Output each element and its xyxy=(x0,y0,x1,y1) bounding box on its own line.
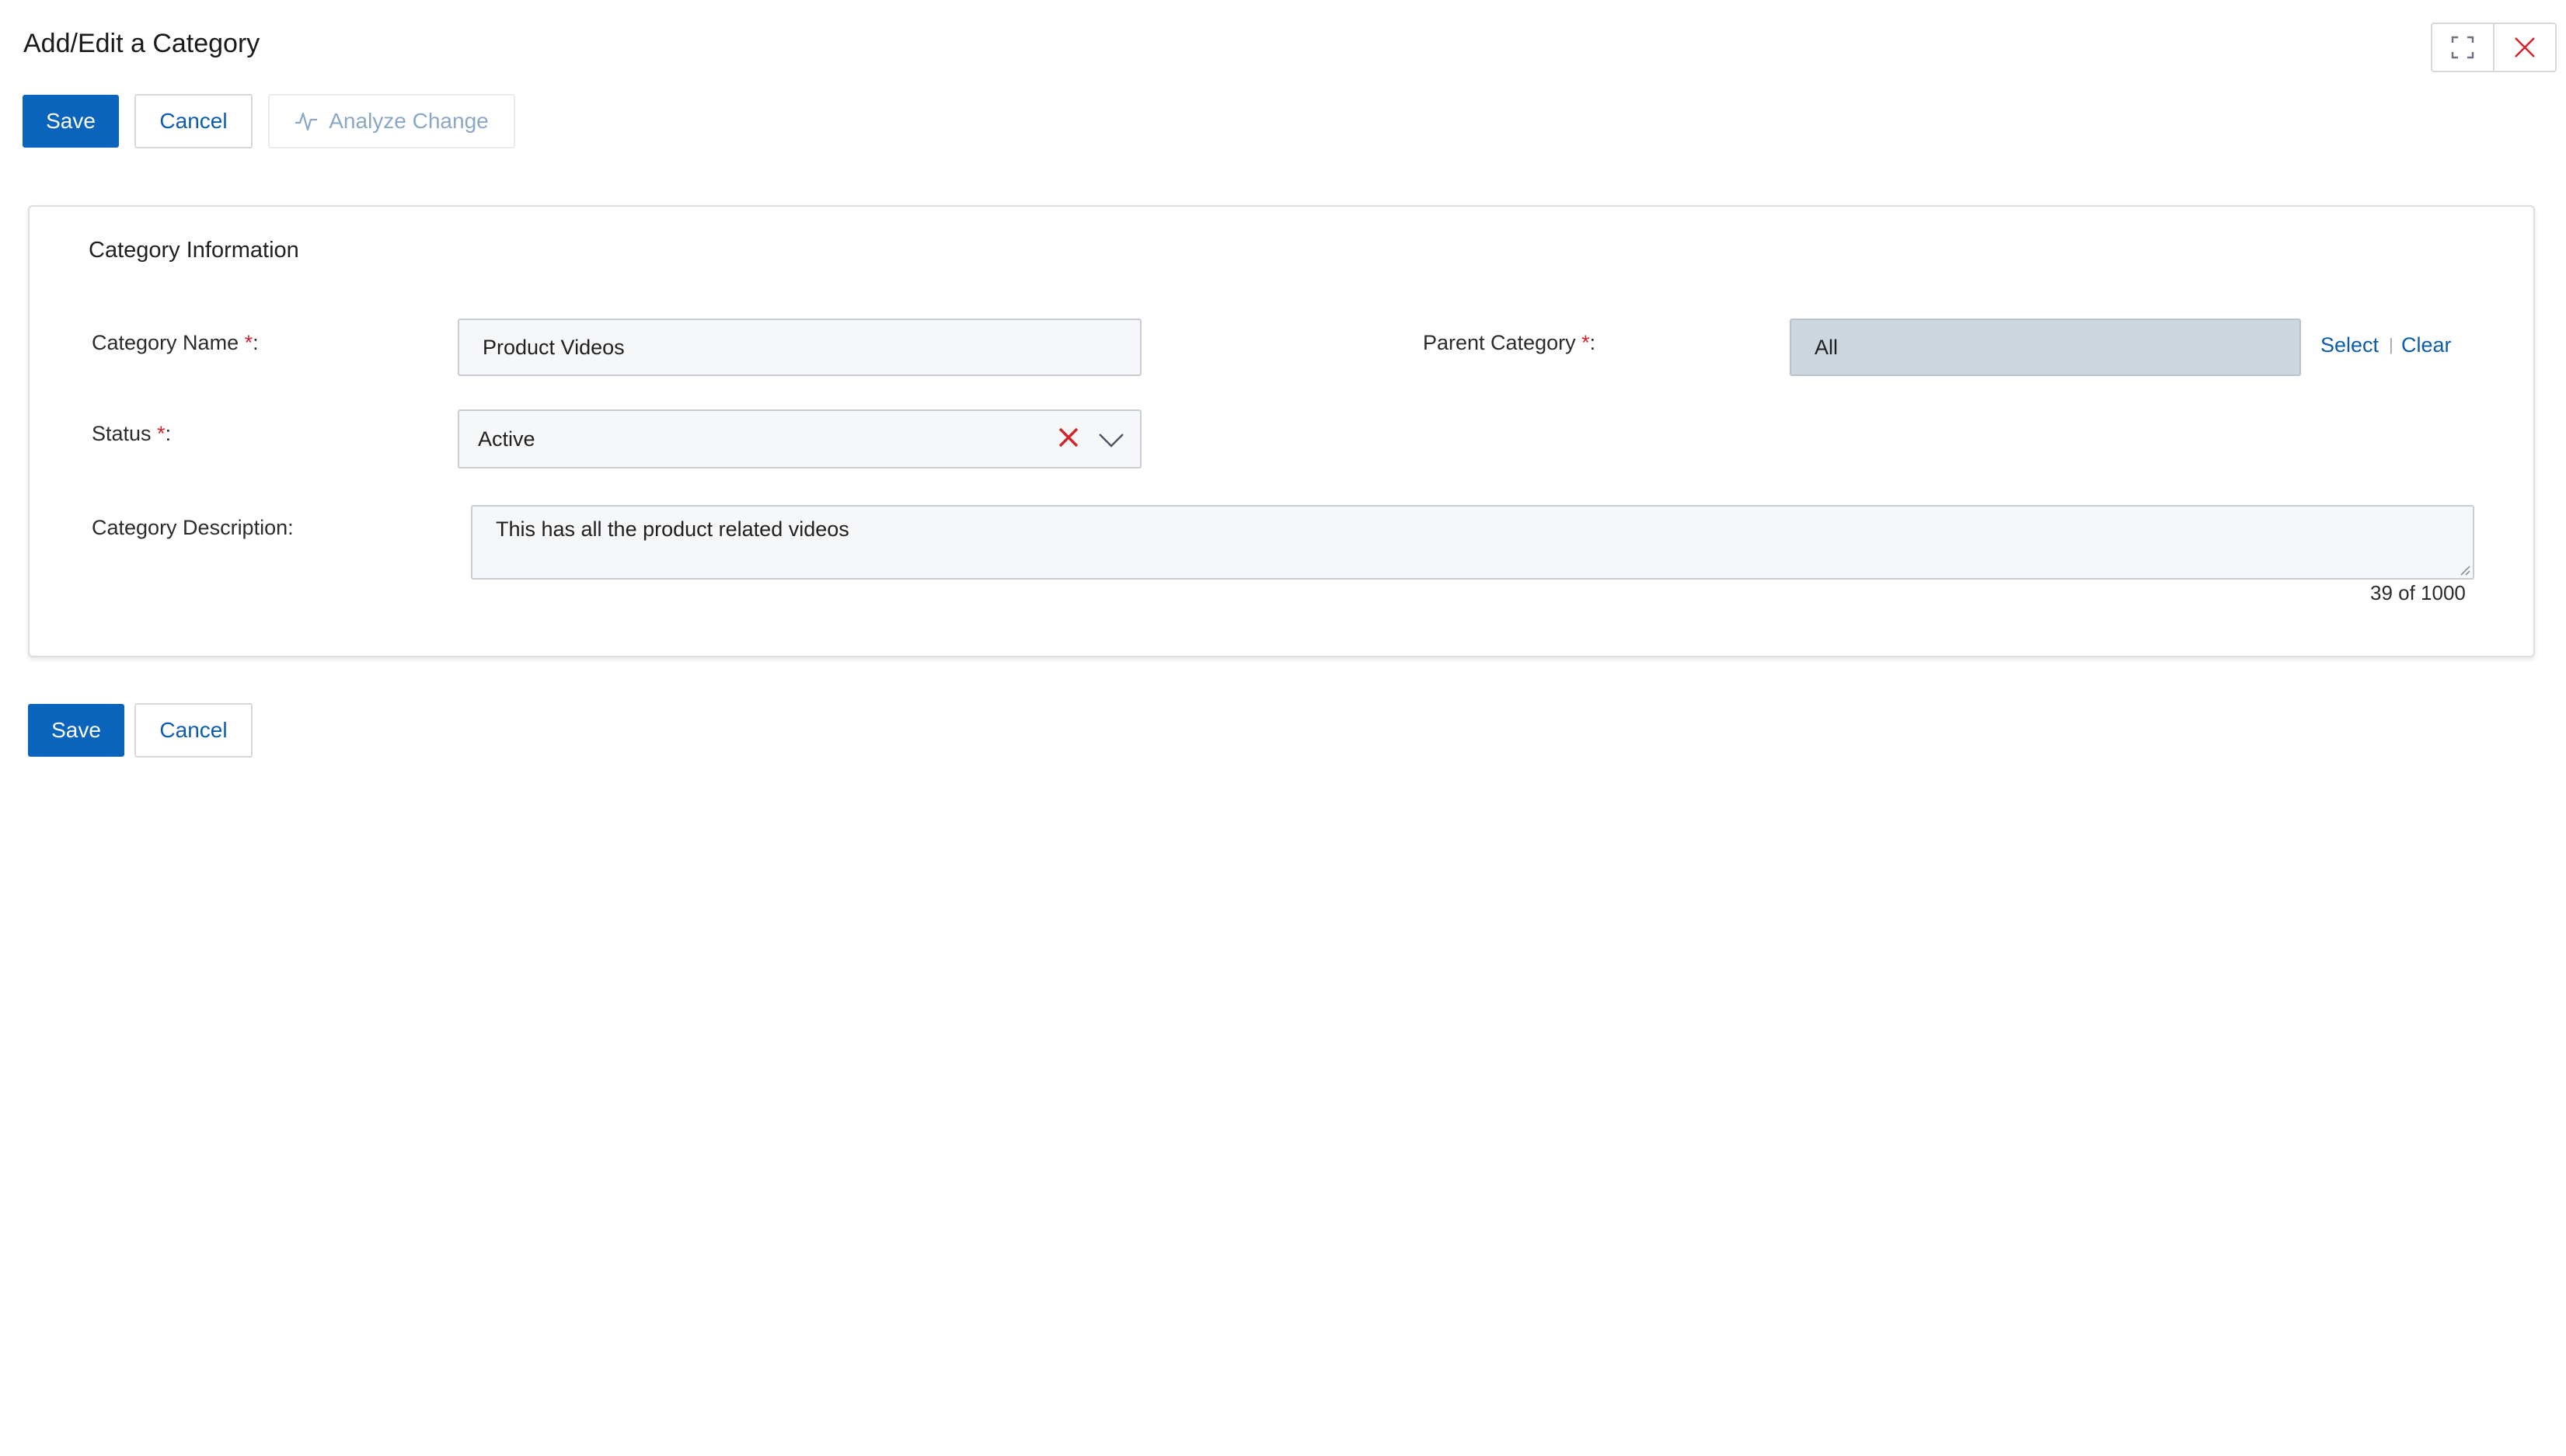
resize-grip-icon[interactable] xyxy=(2459,564,2471,576)
category-name-value: Product Videos xyxy=(483,335,625,359)
status-label: Status *: xyxy=(92,422,172,445)
activity-icon xyxy=(295,112,318,131)
category-description-textarea[interactable]: This has all the product related videos xyxy=(471,505,2474,580)
clear-status-button[interactable] xyxy=(1058,427,1079,454)
category-name-label: Category Name *: xyxy=(92,331,259,354)
parent-category-value: All xyxy=(1815,335,1839,359)
required-mark: * xyxy=(1581,331,1590,354)
select-parent-link[interactable]: Select xyxy=(2320,333,2379,357)
category-description-label: Category Description: xyxy=(92,516,294,539)
parent-category-field: All xyxy=(1790,319,2301,376)
category-information-panel: Category Information Category Name *: Pr… xyxy=(28,205,2535,657)
status-value: Active xyxy=(478,427,535,451)
close-button[interactable] xyxy=(2493,24,2555,71)
expand-button[interactable] xyxy=(2432,24,2493,71)
character-counter: 39 of 1000 xyxy=(2370,581,2466,604)
save-button-top[interactable]: Save xyxy=(23,95,119,148)
parent-category-label: Parent Category *: xyxy=(1423,331,1596,354)
link-separator: | xyxy=(2389,335,2393,354)
expand-icon xyxy=(2451,36,2474,59)
cancel-button-top[interactable]: Cancel xyxy=(134,94,253,148)
required-mark: * xyxy=(244,331,253,354)
window-controls xyxy=(2431,23,2557,72)
page-title: Add/Edit a Category xyxy=(23,29,260,58)
category-name-field[interactable]: Product Videos xyxy=(458,319,1142,376)
clear-x-icon xyxy=(1058,427,1079,448)
add-edit-category-page: Add/Edit a Category Save Cancel Analyze … xyxy=(0,0,2566,1456)
section-title: Category Information xyxy=(89,238,299,263)
close-icon xyxy=(2515,37,2535,57)
save-button-bottom[interactable]: Save xyxy=(28,704,124,757)
analyze-change-button[interactable]: Analyze Change xyxy=(268,94,515,148)
category-description-value: This has all the product related videos xyxy=(496,517,849,541)
cancel-button-bottom[interactable]: Cancel xyxy=(134,703,253,758)
status-dropdown-toggle[interactable] xyxy=(1098,428,1124,457)
analyze-change-label: Analyze Change xyxy=(329,109,489,133)
chevron-down-icon xyxy=(1099,434,1124,448)
clear-parent-link[interactable]: Clear xyxy=(2401,333,2452,357)
required-mark: * xyxy=(157,422,166,445)
status-select[interactable]: Active xyxy=(458,409,1142,468)
